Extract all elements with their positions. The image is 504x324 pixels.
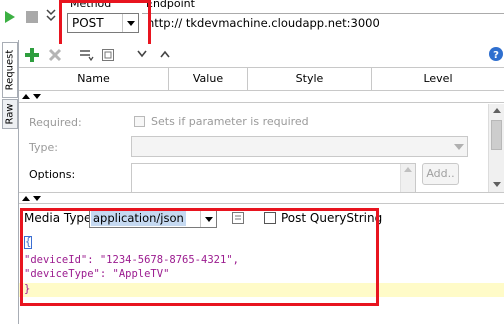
options-label: Options: <box>29 168 76 181</box>
chevron-down-icon <box>200 210 216 227</box>
required-checkbox-label: Sets if parameter is required <box>151 115 309 128</box>
column-header-style[interactable]: Style <box>248 68 372 90</box>
add-option-button-label: Add.. <box>426 167 455 180</box>
media-type-select[interactable]: application/json <box>89 209 217 228</box>
required-checkbox[interactable] <box>134 116 145 127</box>
chevron-down-icon[interactable] <box>137 50 147 58</box>
body-editor[interactable]: { "deviceId": "1234-5678-8765-4321", "de… <box>19 230 504 324</box>
column-header-name[interactable]: Name <box>19 68 169 90</box>
move-down-icon[interactable] <box>80 49 94 61</box>
method-label: Method <box>70 0 112 10</box>
edit-icon[interactable] <box>102 49 114 61</box>
column-header-label: Value <box>192 72 224 85</box>
media-type-label: Media Type <box>24 211 92 225</box>
table-header-border <box>19 90 504 91</box>
column-header-level[interactable]: Level <box>372 68 504 90</box>
params-toolbar: ? <box>19 44 504 68</box>
endpoint-label: Endpoint <box>146 0 195 10</box>
detail-scrollbar[interactable] <box>488 104 504 192</box>
column-header-label: Style <box>295 72 324 85</box>
tab-request[interactable]: Request <box>2 42 18 98</box>
tab-request-label: Request <box>4 49 16 91</box>
svg-text:?: ? <box>493 50 499 61</box>
type-select[interactable] <box>131 136 468 157</box>
media-type-value: application/json <box>91 211 186 226</box>
delete-icon[interactable] <box>48 48 62 62</box>
json-close-brace: } <box>24 283 31 295</box>
splitter-arrows-icon <box>22 196 41 201</box>
column-header-label: Level <box>423 72 453 85</box>
chevron-down-icon <box>122 14 138 32</box>
column-header-value[interactable]: Value <box>169 68 248 90</box>
json-line-deviceid: "deviceId": "1234-5678-8765-4321", <box>24 254 239 266</box>
type-label: Type: <box>29 141 58 154</box>
required-label: Required: <box>29 116 82 129</box>
top-toolbar: Method POST Endpoint http:// tkdevmachin… <box>0 0 504 36</box>
splitter-bar[interactable] <box>19 92 504 103</box>
json-line-devicetype: "deviceType": "AppleTV" <box>24 268 170 280</box>
chevron-up-icon[interactable] <box>160 50 170 58</box>
endpoint-field[interactable]: http:// tkdevmachine.cloudapp.net:3000 <box>142 13 504 33</box>
run-icon[interactable] <box>4 10 16 24</box>
scroll-up-icon[interactable] <box>493 108 501 113</box>
scroll-up-icon[interactable] <box>404 167 412 172</box>
add-option-button[interactable]: Add.. <box>422 163 459 185</box>
editor-line: { <box>24 236 32 249</box>
add-icon[interactable] <box>25 48 39 62</box>
splitter-arrows-icon <box>22 94 41 99</box>
splitter-bar[interactable] <box>19 192 504 204</box>
scrollbar-thumb[interactable] <box>491 120 502 150</box>
scroll-down-icon[interactable] <box>493 182 501 187</box>
post-querystring-label: Post QueryString <box>281 211 383 225</box>
chevron-down-icon[interactable] <box>46 8 56 28</box>
format-icon[interactable] <box>232 212 244 224</box>
post-querystring-checkbox[interactable] <box>264 212 276 224</box>
chevron-down-icon <box>454 144 464 150</box>
json-open-brace: { <box>25 236 32 248</box>
tab-raw-label: Raw <box>4 103 16 125</box>
column-header-label: Name <box>77 72 110 85</box>
editor-line: "deviceId": "1234-5678-8765-4321", <box>24 254 239 266</box>
help-icon[interactable]: ? <box>488 46 504 62</box>
body-toolbar: Media Type application/json Post QuerySt… <box>19 206 504 230</box>
method-select[interactable]: POST <box>67 13 139 33</box>
editor-line: "deviceType": "AppleTV" <box>24 268 169 280</box>
method-value: POST <box>72 16 104 30</box>
tab-raw[interactable]: Raw <box>2 99 18 129</box>
current-line-highlight: } <box>19 283 504 297</box>
stop-icon[interactable] <box>26 11 38 23</box>
endpoint-value: http:// tkdevmachine.cloudapp.net:3000 <box>147 16 380 30</box>
